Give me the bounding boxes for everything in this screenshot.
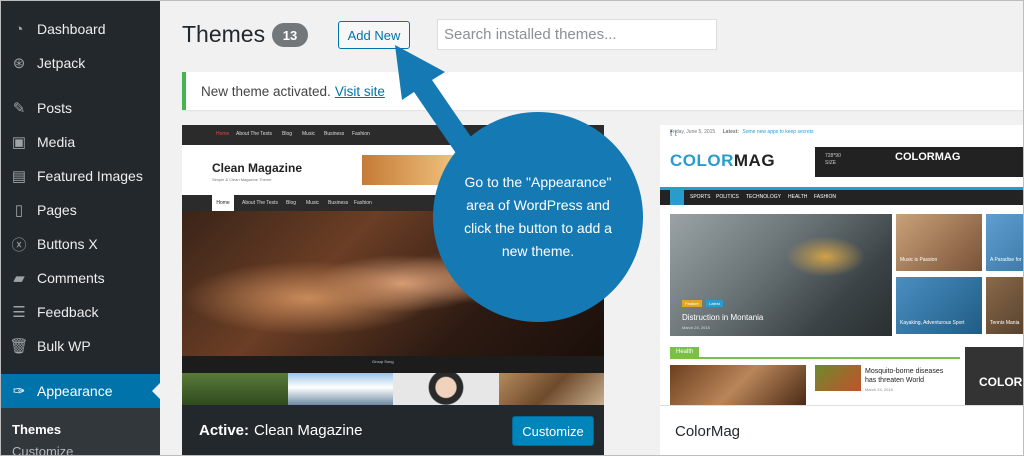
annotation-callout: Go to the "Appearance" area of WordPress…: [433, 112, 643, 322]
callout-text: Go to the "Appearance" area of WordPress…: [464, 174, 612, 259]
